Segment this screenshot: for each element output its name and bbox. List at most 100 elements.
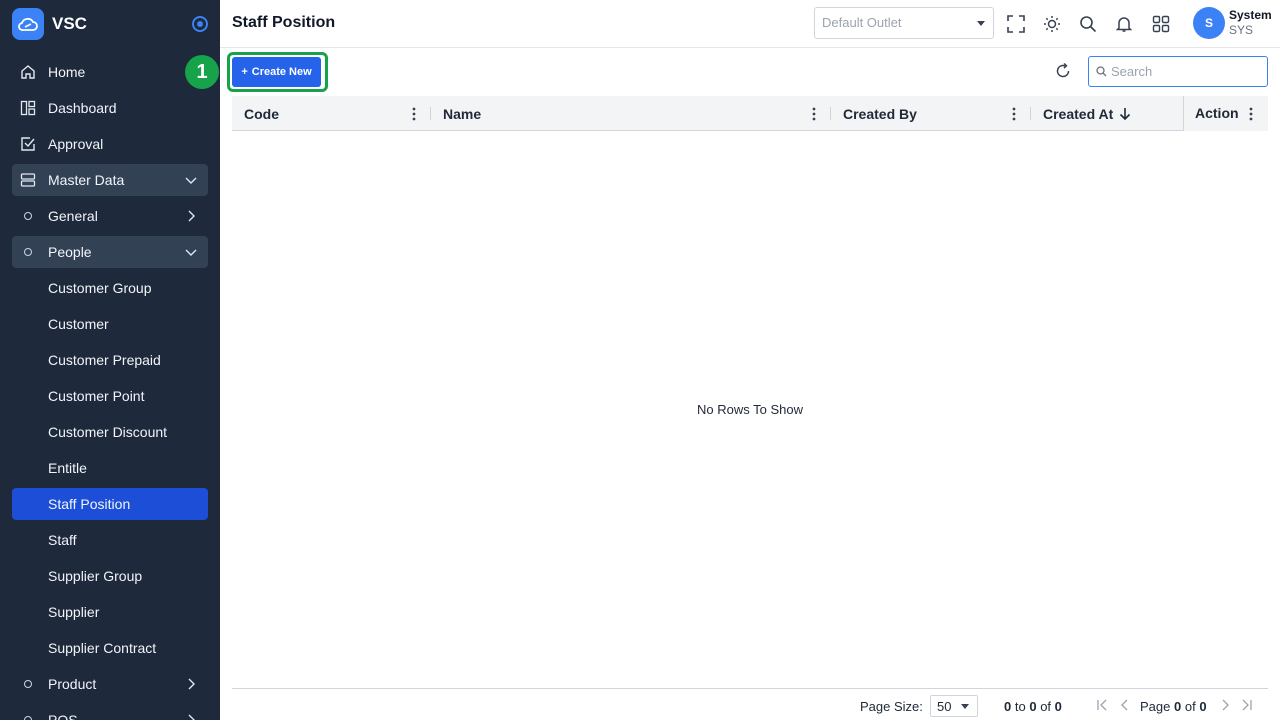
range-to: 0 xyxy=(1029,699,1037,714)
bell-icon[interactable] xyxy=(1112,12,1136,36)
column-separator[interactable] xyxy=(430,107,431,120)
column-header-label: Created At xyxy=(1043,105,1114,122)
chevron-right-icon xyxy=(188,678,195,690)
top-header: Staff Position Default Outlet S System S… xyxy=(220,0,1280,48)
sidebar-item-dashboard[interactable]: Dashboard xyxy=(12,92,208,124)
sidebar-item-label: General xyxy=(48,208,98,224)
sidebar: VSC Home Dashboard Approval Master Data … xyxy=(0,0,220,720)
last-page-icon[interactable] xyxy=(1241,699,1253,711)
previous-page-icon[interactable] xyxy=(1119,699,1131,711)
sidebar-item-product[interactable]: Product xyxy=(12,668,208,700)
sidebar-item-label: Supplier Contract xyxy=(48,640,157,656)
column-header-created-by[interactable]: Created By xyxy=(843,96,1013,131)
sidebar-item-supplier[interactable]: Supplier xyxy=(12,596,208,628)
sidebar-item-label: Approval xyxy=(48,136,104,152)
sidebar-item-pos[interactable]: POS xyxy=(12,704,208,720)
refresh-icon[interactable] xyxy=(1053,61,1073,81)
search-input[interactable] xyxy=(1111,62,1261,80)
column-menu-icon[interactable] xyxy=(812,107,816,121)
sidebar-item-master-data[interactable]: Master Data xyxy=(12,164,208,196)
search-icon xyxy=(1096,66,1107,77)
apps-grid-icon[interactable] xyxy=(1149,12,1173,36)
sidebar-item-label: Customer Group xyxy=(48,280,152,296)
circle-icon xyxy=(18,674,38,694)
chevron-down-icon xyxy=(185,177,197,184)
empty-grid-message: No Rows To Show xyxy=(697,402,803,417)
user-menu[interactable]: S System SYS xyxy=(1193,7,1272,39)
column-header-label: Name xyxy=(443,105,482,122)
column-header-action[interactable]: Action xyxy=(1183,96,1268,131)
page-size-select[interactable]: 50 xyxy=(930,695,978,717)
pagination-bar: Page Size: 50 0 to 0 of 0 Page 0 of 0 xyxy=(232,688,1268,720)
column-header-label: Action xyxy=(1195,105,1239,121)
create-new-label: Create New xyxy=(251,66,312,78)
chevron-down-icon xyxy=(185,249,197,256)
checkbox-icon xyxy=(18,134,38,154)
sidebar-item-label: Home xyxy=(48,64,86,80)
caret-down-icon xyxy=(977,21,985,26)
sidebar-item-home[interactable]: Home xyxy=(12,56,208,88)
sidebar-item-supplier-group[interactable]: Supplier Group xyxy=(12,560,208,592)
page-current: 0 xyxy=(1174,699,1182,714)
search-icon[interactable] xyxy=(1076,12,1100,36)
column-header-label: Created By xyxy=(843,105,917,122)
column-header-code[interactable]: Code xyxy=(244,96,430,131)
page-label: Page xyxy=(1140,699,1171,714)
sidebar-item-staff-position[interactable]: Staff Position xyxy=(12,488,208,520)
user-name: System xyxy=(1229,8,1272,22)
sidebar-item-label: Entitle xyxy=(48,460,87,476)
column-menu-icon[interactable] xyxy=(412,107,416,121)
page-size-label: Page Size: xyxy=(860,699,923,714)
caret-down-icon xyxy=(961,704,969,709)
circle-icon xyxy=(18,710,38,720)
range-of-label: of xyxy=(1040,699,1052,714)
column-separator[interactable] xyxy=(830,107,831,120)
sidebar-item-label: Master Data xyxy=(48,172,125,188)
circle-icon xyxy=(18,206,38,226)
search-field[interactable] xyxy=(1088,56,1268,87)
first-page-icon[interactable] xyxy=(1096,699,1108,711)
step-badge: 1 xyxy=(185,55,219,89)
cloud-logo-icon xyxy=(12,8,44,40)
circle-icon xyxy=(18,242,38,262)
column-menu-icon[interactable] xyxy=(1012,107,1016,121)
page-size-value: 50 xyxy=(937,699,952,714)
chevron-right-icon xyxy=(188,210,195,222)
create-new-button[interactable]: + Create New xyxy=(232,57,321,87)
dashboard-icon xyxy=(18,98,38,118)
sidebar-item-customer-prepaid[interactable]: Customer Prepaid xyxy=(12,344,208,376)
sidebar-item-label: Customer Point xyxy=(48,388,145,404)
sidebar-item-label: Customer Discount xyxy=(48,424,168,440)
avatar: S xyxy=(1193,7,1225,39)
column-menu-icon[interactable] xyxy=(1249,107,1253,121)
fullscreen-icon[interactable] xyxy=(1004,12,1028,36)
outlet-select[interactable]: Default Outlet xyxy=(814,7,994,39)
sidebar-item-customer[interactable]: Customer xyxy=(12,308,208,340)
sidebar-item-label: People xyxy=(48,244,92,260)
sidebar-item-approval[interactable]: Approval xyxy=(12,128,208,160)
grid-header: Code Name Created By Created At Action xyxy=(232,96,1268,131)
column-header-name[interactable]: Name xyxy=(443,96,823,131)
sidebar-item-staff[interactable]: Staff xyxy=(12,524,208,556)
sidebar-item-people[interactable]: People xyxy=(12,236,208,268)
user-code: SYS xyxy=(1229,23,1254,37)
sidebar-item-label: POS xyxy=(48,712,78,720)
next-page-icon[interactable] xyxy=(1219,699,1231,711)
sidebar-item-label: Product xyxy=(48,676,97,692)
column-separator[interactable] xyxy=(1030,107,1031,120)
sidebar-item-customer-point[interactable]: Customer Point xyxy=(12,380,208,412)
page-title: Staff Position xyxy=(232,14,336,31)
sidebar-item-label: Customer xyxy=(48,316,109,332)
sidebar-item-entitle[interactable]: Entitle xyxy=(12,452,208,484)
range-to-label: to xyxy=(1014,699,1026,714)
theme-sun-icon[interactable] xyxy=(1040,12,1064,36)
sidebar-toggle-icon[interactable] xyxy=(192,16,208,32)
sidebar-item-label: Supplier Group xyxy=(48,568,143,584)
sidebar-item-customer-discount[interactable]: Customer Discount xyxy=(12,416,208,448)
sidebar-item-customer-group[interactable]: Customer Group xyxy=(12,272,208,304)
column-header-created-at[interactable]: Created At xyxy=(1043,96,1173,131)
sidebar-item-label: Staff xyxy=(48,532,77,548)
row-range: 0 to 0 of 0 xyxy=(1004,699,1062,714)
sidebar-item-general[interactable]: General xyxy=(12,200,208,232)
sidebar-item-supplier-contract[interactable]: Supplier Contract xyxy=(12,632,208,664)
